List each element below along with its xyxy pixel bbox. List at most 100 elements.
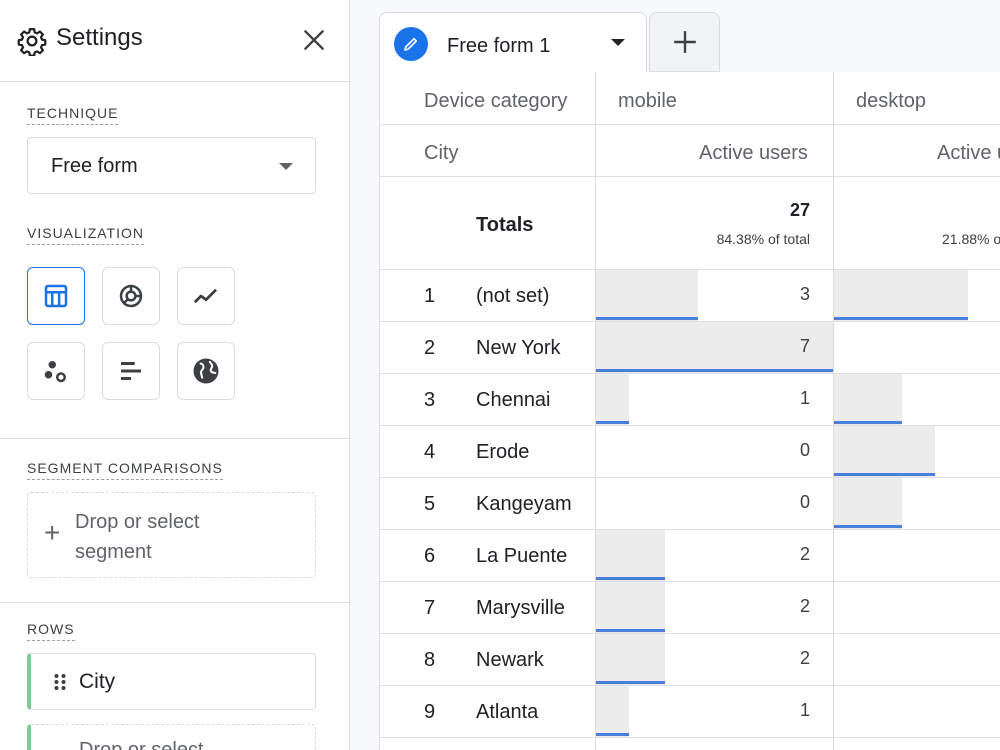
mobile-bar-line (596, 681, 665, 684)
row-rank: 4 (424, 441, 436, 463)
row-mobile-value: 1 (799, 700, 810, 720)
row-mobile-value: 0 (799, 492, 810, 512)
divider (380, 124, 1000, 125)
viz-line-button[interactable] (177, 267, 235, 325)
close-icon[interactable] (301, 27, 327, 53)
chevron-down-icon (279, 163, 293, 170)
segment-dropzone[interactable]: + Drop or select segment (27, 492, 316, 578)
totals-mobile-value: 27 (789, 200, 810, 220)
desktop-bar (834, 478, 902, 529)
desktop-bar-line (834, 317, 968, 320)
table-row[interactable]: 9 Atlanta 1 (380, 686, 1000, 738)
settings-panel: Settings TECHNIQUE Free form VISUALIZATI… (0, 0, 350, 750)
mobile-bar (596, 686, 629, 737)
city-header[interactable]: City (424, 142, 458, 165)
bar-chart-icon (121, 362, 141, 380)
row-rank: 3 (424, 389, 436, 411)
scatter-chart-icon (44, 361, 66, 383)
device-category-header[interactable]: Device category (424, 90, 567, 113)
table-row[interactable]: 2 New York 7 (380, 322, 1000, 374)
mobile-bar-line (596, 421, 629, 424)
technique-label: TECHNIQUE (27, 105, 119, 125)
plus-icon: + (44, 517, 61, 548)
row-city: New York (476, 337, 561, 359)
divider (0, 438, 349, 439)
chevron-down-icon[interactable] (611, 39, 625, 46)
row-rank: 1 (424, 285, 436, 307)
table-row[interactable]: 4 Erode 0 (380, 426, 1000, 478)
row-mobile-value: 2 (799, 544, 810, 564)
segment-drop-text: Drop or select segment (75, 511, 200, 563)
mobile-bar-line (596, 733, 629, 736)
row-mobile-value: 1 (799, 388, 810, 408)
table-row[interactable]: 7 Marysville 2 (380, 582, 1000, 634)
technique-select[interactable]: Free form (27, 137, 316, 194)
totals-label: Totals (476, 214, 534, 236)
row-mobile-value: 7 (799, 336, 810, 356)
metric-header-active-users-desktop[interactable]: Active u (937, 142, 1000, 165)
row-mobile-value: 3 (799, 284, 810, 304)
mobile-bar (596, 582, 665, 633)
row-city: (not set) (476, 285, 550, 307)
divider (380, 737, 1000, 738)
mobile-bar (596, 270, 698, 321)
mobile-bar-line (596, 317, 698, 320)
technique-value: Free form (51, 155, 138, 177)
row-rank: 9 (424, 701, 436, 723)
desktop-bar (834, 374, 902, 425)
totals-desktop-percent: 21.88% o (942, 231, 1000, 247)
viz-donut-button[interactable] (102, 267, 160, 325)
donut-chart-icon (119, 284, 143, 308)
row-rank: 8 (424, 649, 436, 671)
metric-header-active-users[interactable]: Active users (699, 142, 808, 165)
visualization-label: VISUALIZATION (27, 225, 144, 245)
divider (380, 176, 1000, 177)
viz-bar-button[interactable] (102, 342, 160, 400)
totals-mobile-percent: 84.38% of total (716, 231, 810, 247)
table-row[interactable]: 8 Newark 2 (380, 634, 1000, 686)
viz-table-button[interactable] (27, 267, 85, 325)
row-chip-label: City (79, 670, 116, 693)
table-row[interactable]: 3 Chennai 1 (380, 374, 1000, 426)
row-rank: 5 (424, 493, 436, 515)
panel-title: Settings (56, 24, 143, 51)
row-dropzone[interactable]: Drop or select (27, 724, 316, 750)
row-city: La Puente (476, 545, 568, 567)
row-mobile-value: 2 (799, 648, 810, 668)
table-icon (44, 284, 68, 308)
pencil-icon[interactable] (394, 27, 428, 61)
row-mobile-value: 2 (799, 596, 810, 616)
table-row[interactable]: 1 (not set) 3 (380, 270, 1000, 322)
mobile-bar-line (596, 629, 665, 632)
column-device-mobile: mobile (618, 90, 677, 112)
row-city: Chennai (476, 389, 551, 411)
row-city: Kangeyam (476, 493, 572, 515)
viz-geo-button[interactable] (177, 342, 235, 400)
mobile-bar (596, 530, 665, 581)
column-device-desktop: desktop (856, 90, 927, 112)
desktop-bar (834, 426, 935, 477)
rows-label: ROWS (27, 621, 75, 641)
add-tab-button[interactable] (649, 12, 720, 72)
tab-free-form-1[interactable]: Free form 1 (379, 12, 647, 73)
settings-header: Settings (0, 0, 349, 82)
line-chart-icon (193, 288, 217, 304)
table-row[interactable]: 5 Kangeyam 0 (380, 478, 1000, 530)
divider (0, 602, 349, 603)
gear-icon (17, 28, 47, 56)
row-drop-text: Drop or select (79, 739, 204, 750)
row-chip-city[interactable]: City (27, 653, 316, 710)
segment-comparisons-label: SEGMENT COMPARISONS (27, 460, 223, 480)
desktop-bar-line (834, 525, 902, 528)
drag-handle-icon[interactable] (53, 672, 67, 692)
row-rank: 6 (424, 545, 436, 567)
mobile-bar-line (596, 577, 665, 580)
viz-scatter-button[interactable] (27, 342, 85, 400)
desktop-bar (834, 270, 968, 321)
row-city: Marysville (476, 597, 565, 619)
row-city: Erode (476, 441, 530, 463)
table-row[interactable]: 6 La Puente 2 (380, 530, 1000, 582)
plus-icon (673, 31, 696, 53)
tab-label: Free form 1 (447, 35, 551, 57)
desktop-bar-line (834, 473, 935, 476)
